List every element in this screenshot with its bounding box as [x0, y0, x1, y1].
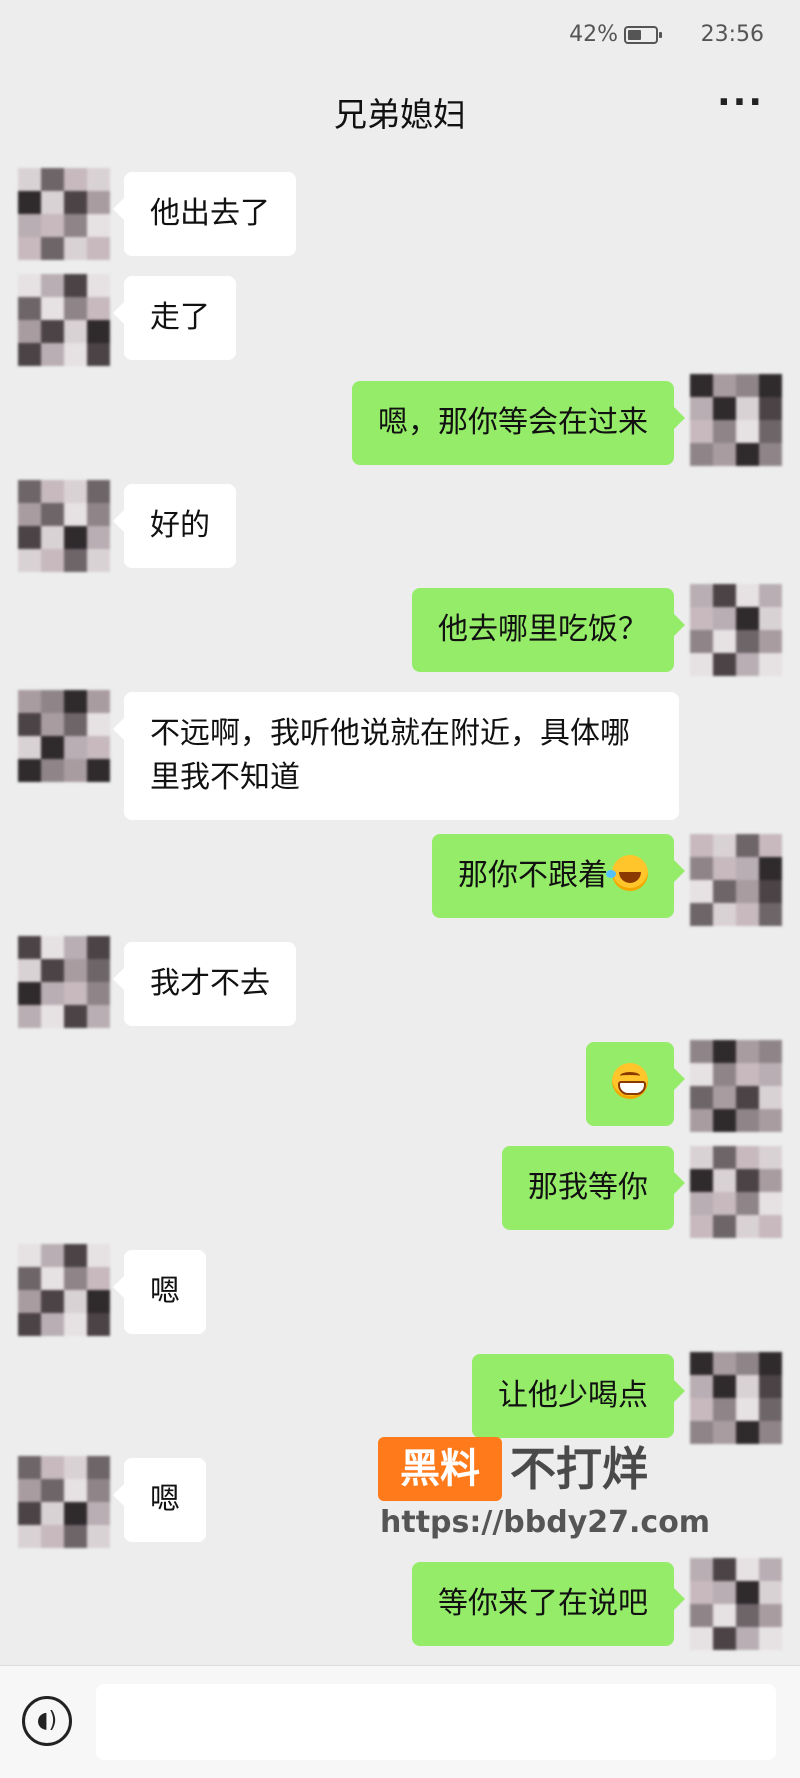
message-bubble-sent[interactable]: 让他少喝点 — [472, 1354, 685, 1438]
message-text: 那你不跟着 — [458, 858, 608, 893]
contact-avatar[interactable] — [18, 936, 110, 1028]
more-options-icon[interactable]: ··· — [717, 82, 764, 123]
contact-avatar[interactable] — [18, 274, 110, 366]
contact-avatar[interactable] — [18, 168, 110, 260]
watermark-url: https://bbdy27.com — [380, 1505, 711, 1540]
message-bubble-sent[interactable]: 嗯，那你等会在过来 — [352, 381, 685, 465]
message-bubble-received[interactable]: 走了 — [113, 276, 236, 360]
status-bar: 42% 23:56 — [0, 0, 800, 70]
battery-icon — [624, 26, 662, 44]
message-bubble-sent[interactable]: 他去哪里吃饭？ — [412, 588, 685, 672]
contact-avatar[interactable] — [18, 480, 110, 572]
my-avatar[interactable] — [690, 584, 782, 676]
grinning-emoji-icon — [612, 1063, 648, 1099]
chat-title: 兄弟媳妇 — [334, 95, 466, 134]
input-bar: ◖) — [0, 1665, 800, 1778]
message-bubble-sent[interactable]: 那我等你 — [502, 1146, 685, 1230]
watermark: 黑料 不打烊 https://bbdy27.com — [378, 1437, 711, 1547]
my-avatar[interactable] — [690, 834, 782, 926]
contact-avatar[interactable] — [18, 1244, 110, 1336]
my-avatar[interactable] — [690, 1040, 782, 1132]
message-input[interactable] — [96, 1684, 776, 1760]
my-avatar[interactable] — [690, 374, 782, 466]
battery-percentage: 42% — [569, 22, 618, 47]
message-bubble-received[interactable]: 不远啊，我听他说就在附近，具体哪里我不知道 — [113, 692, 679, 820]
message-bubble-received[interactable]: 好的 — [113, 484, 236, 568]
my-avatar[interactable] — [690, 1352, 782, 1444]
message-bubble-received[interactable]: 我才不去 — [113, 942, 296, 1026]
watermark-badge: 黑料 — [378, 1437, 502, 1501]
laughing-tears-emoji-icon — [606, 855, 648, 891]
message-bubble-sent[interactable]: 等你来了在说吧 — [412, 1562, 685, 1646]
watermark-text: 不打烊 — [510, 1442, 648, 1496]
message-bubble-received[interactable]: 嗯 — [113, 1250, 206, 1334]
message-bubble-sent[interactable]: 那你不跟着 — [432, 834, 685, 918]
my-avatar[interactable] — [690, 1558, 782, 1650]
message-bubble-received[interactable]: 嗯 — [113, 1458, 206, 1542]
contact-avatar[interactable] — [18, 1456, 110, 1548]
voice-icon[interactable]: ◖) — [22, 1696, 72, 1746]
my-avatar[interactable] — [690, 1146, 782, 1238]
contact-avatar[interactable] — [18, 690, 110, 782]
chat-header: 兄弟媳妇 ··· — [0, 70, 800, 150]
message-bubble-received[interactable]: 他出去了 — [113, 172, 296, 256]
status-time: 23:56 — [700, 22, 764, 47]
message-bubble-sent[interactable] — [586, 1042, 685, 1126]
